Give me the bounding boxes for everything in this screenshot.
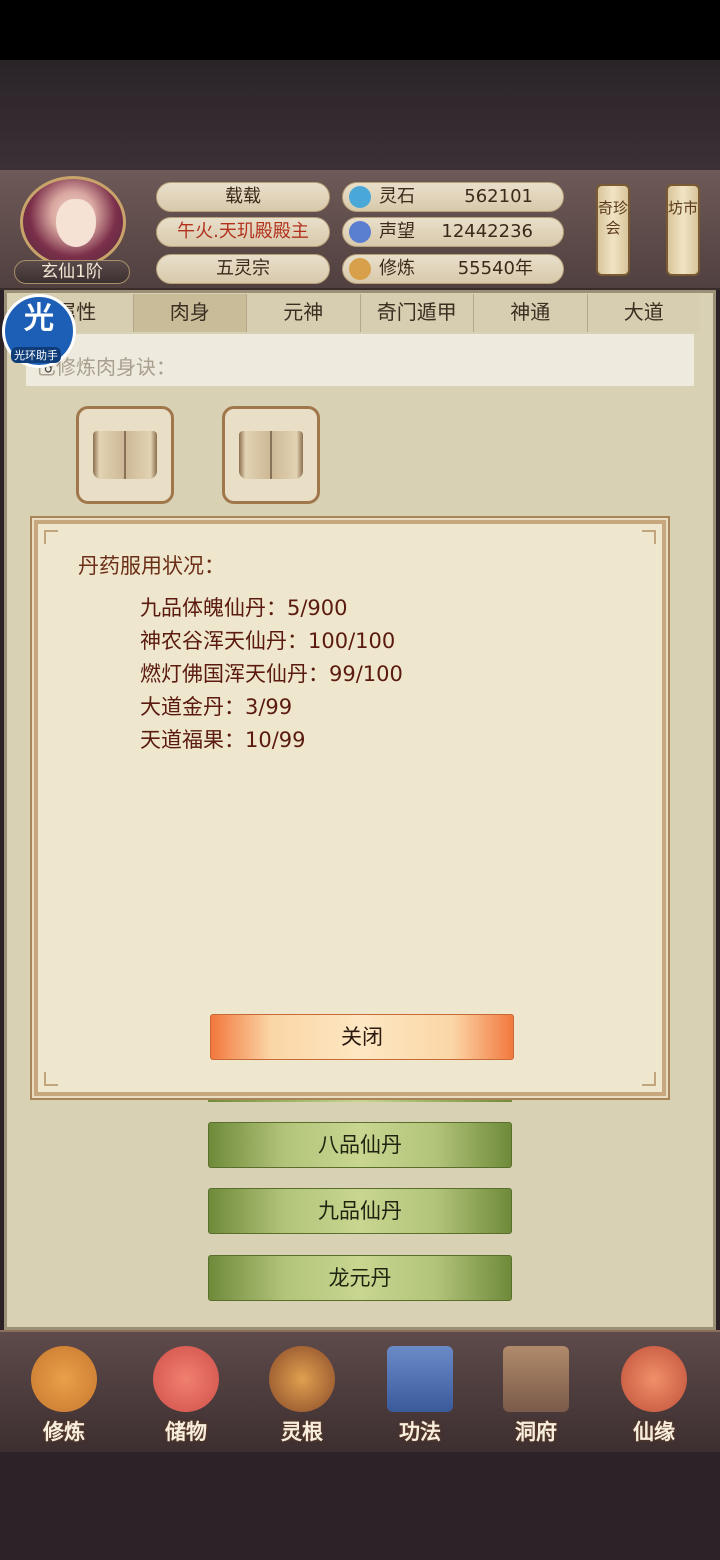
stat-spirit-stone: 灵石 562101	[342, 182, 564, 212]
tab-qimen[interactable]: 奇门遁甲	[361, 294, 474, 332]
nav-destiny[interactable]: 仙缘	[604, 1340, 704, 1448]
open-book-icon	[93, 431, 157, 479]
nav-cave-dwelling[interactable]: 洞府	[486, 1340, 586, 1448]
storage-bag-icon	[153, 1346, 219, 1412]
player-title: 午火.天玑殿殿主	[156, 217, 330, 247]
market-button[interactable]: 坊市	[666, 184, 700, 276]
nav-storage[interactable]: 储物	[136, 1340, 236, 1448]
helper-glyph: 光	[24, 301, 54, 336]
tab-divine-power[interactable]: 神通	[474, 294, 588, 332]
ninth-grade-pill-button[interactable]: 九品仙丹	[208, 1188, 512, 1234]
player-sect: 五灵宗	[156, 254, 330, 284]
technique-book-icon	[387, 1346, 453, 1412]
dialog-corner-ornament	[44, 1072, 58, 1086]
list-item: 大道金丹：3/99	[140, 695, 293, 719]
open-book-icon	[239, 431, 303, 479]
spirit-root-icon	[269, 1346, 335, 1412]
status-area	[0, 0, 720, 60]
cave-dwelling-icon	[503, 1346, 569, 1412]
player-avatar[interactable]	[20, 176, 126, 268]
dialog-corner-ornament	[44, 530, 58, 544]
prestige-crystal-icon	[349, 221, 371, 243]
hidden-action-button	[208, 1096, 512, 1102]
player-name: 载载	[156, 182, 330, 212]
cultivate-icon	[31, 1346, 97, 1412]
nav-cultivate[interactable]: 修炼	[14, 1340, 114, 1448]
helper-app-badge[interactable]: 光 光环助手	[2, 294, 76, 368]
dialog-corner-ornament	[642, 1072, 656, 1086]
list-item: 燃灯佛国浑天仙丹：99/100	[140, 662, 403, 686]
list-item: 天道福果：10/99	[140, 728, 306, 752]
technique-book-2[interactable]	[222, 406, 320, 504]
rank-badge: 玄仙1阶	[14, 260, 130, 284]
tab-great-dao[interactable]: 大道	[588, 294, 701, 332]
player-header: 玄仙1阶 载载 午火.天玑殿殿主 五灵宗 灵石 562101 声望 124422…	[0, 170, 720, 290]
pill-list: 九品体魄仙丹：5/900 神农谷浑天仙丹：100/100 燃灯佛国浑天仙丹：99…	[140, 592, 403, 757]
list-item: 神农谷浑天仙丹：100/100	[140, 629, 396, 653]
helper-label: 光环助手	[11, 347, 61, 363]
tab-spirit[interactable]: 元神	[247, 294, 361, 332]
close-button[interactable]: 关闭	[210, 1014, 514, 1060]
dragon-origin-pill-button[interactable]: 龙元丹	[208, 1255, 512, 1301]
tab-body[interactable]: 肉身	[133, 294, 247, 332]
destiny-icon	[621, 1346, 687, 1412]
nav-spirit-root[interactable]: 灵根	[252, 1340, 352, 1448]
header-backdrop	[0, 60, 720, 170]
treasure-auction-button[interactable]: 奇珍会	[596, 184, 630, 276]
technique-book-1[interactable]	[76, 406, 174, 504]
spirit-stone-icon	[349, 186, 371, 208]
eighth-grade-pill-button[interactable]: 八品仙丹	[208, 1122, 512, 1168]
stat-prestige: 声望 12442236	[342, 217, 564, 247]
bottom-area	[0, 1452, 720, 1560]
tab-bar: 属性 肉身 元神 奇门遁甲 神通 大道	[20, 294, 700, 332]
avatar-face	[56, 199, 96, 247]
section-subtitle: 已修炼肉身诀：	[26, 334, 694, 386]
meditation-icon	[349, 258, 371, 280]
stat-cultivation: 修炼 55540年	[342, 254, 564, 284]
dialog-corner-ornament	[642, 530, 656, 544]
dialog-title: 丹药服用状况：	[78, 554, 225, 578]
nav-technique[interactable]: 功法	[370, 1340, 470, 1448]
list-item: 九品体魄仙丹：5/900	[140, 596, 348, 620]
bottom-nav: 修炼 储物 灵根 功法 洞府 仙缘	[0, 1330, 720, 1452]
pill-status-dialog: 丹药服用状况： 九品体魄仙丹：5/900 神农谷浑天仙丹：100/100 燃灯佛…	[34, 520, 666, 1096]
